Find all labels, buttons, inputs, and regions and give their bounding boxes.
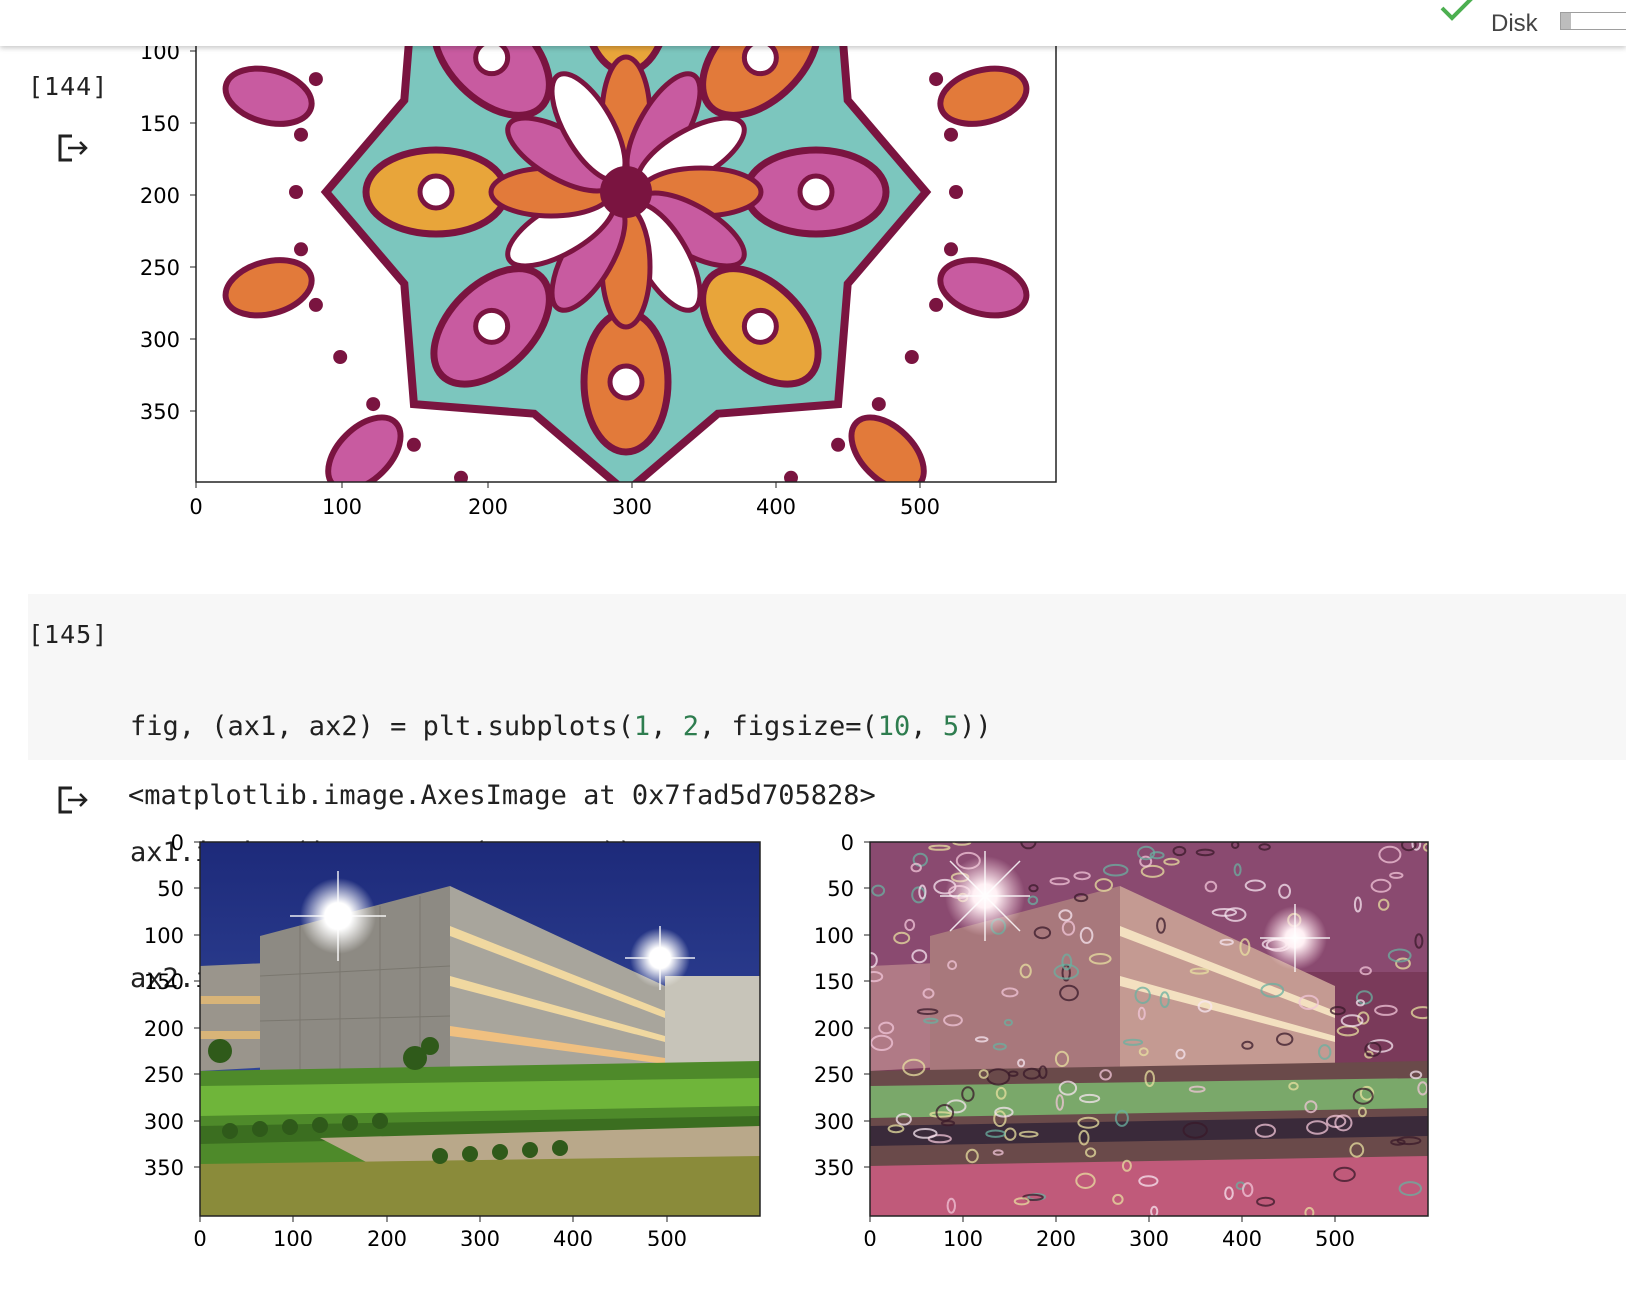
x-tick-label: 300 <box>460 1227 500 1246</box>
y-tick-label: 100 <box>814 924 854 948</box>
target-plot: 0 50 100 150 200 250 300 350 0 100 200 3… <box>814 831 1429 1246</box>
top-toolbar: Disk <box>0 0 1626 46</box>
disk-usage-fill <box>1561 13 1571 29</box>
y-axis: 100 150 200 250 300 350 <box>140 40 196 424</box>
y-tick-label: 300 <box>140 328 180 352</box>
x-tick-label: 500 <box>900 495 940 519</box>
y-tick-label: 150 <box>144 970 184 994</box>
y-tick-label: 50 <box>157 877 184 901</box>
x-tick-label: 100 <box>943 1227 983 1246</box>
x-tick-label: 200 <box>468 495 508 519</box>
x-tick-label: 300 <box>1129 1227 1169 1246</box>
mandala-plot: 100 150 200 250 300 350 0 100 200 300 40… <box>140 40 1057 519</box>
y-tick-label: 150 <box>814 970 854 994</box>
code-line-1: fig, (ax1, ax2) = plt.subplots(1, 2, fig… <box>130 711 992 742</box>
y-tick-label: 250 <box>814 1063 854 1087</box>
y-tick-label: 50 <box>827 877 854 901</box>
check-icon <box>1440 0 1473 21</box>
output-repr: <matplotlib.image.AxesImage at 0x7fad5d7… <box>128 780 876 811</box>
x-tick-label: 400 <box>553 1227 593 1246</box>
exec-count-144: [144] <box>28 72 109 101</box>
y-axis: 0 50 100 150 200 250 300 350 <box>144 831 200 1180</box>
y-tick-label: 0 <box>841 831 854 855</box>
x-axis: 0 100 200 300 400 500 <box>193 1216 687 1246</box>
y-tick-label: 200 <box>140 184 180 208</box>
y-tick-label: 0 <box>171 831 184 855</box>
y-tick-label: 350 <box>814 1156 854 1180</box>
x-tick-label: 500 <box>1315 1227 1355 1246</box>
y-tick-label: 300 <box>144 1110 184 1134</box>
x-tick-label: 100 <box>273 1227 313 1246</box>
output-arrow-icon[interactable] <box>56 782 92 818</box>
y-tick-label: 150 <box>140 112 180 136</box>
content-plot: 0 50 100 150 200 250 300 350 0 100 200 3… <box>144 831 761 1246</box>
y-tick-label: 200 <box>814 1017 854 1041</box>
y-axis: 0 50 100 150 200 250 300 350 <box>814 831 870 1180</box>
y-tick-label: 100 <box>144 924 184 948</box>
x-tick-label: 0 <box>193 1227 206 1246</box>
y-tick-label: 200 <box>144 1017 184 1041</box>
x-tick-label: 0 <box>863 1227 876 1246</box>
y-tick-label: 300 <box>814 1110 854 1134</box>
y-tick-label: 350 <box>140 400 180 424</box>
x-tick-label: 100 <box>322 495 362 519</box>
y-tick-label: 250 <box>140 256 180 280</box>
x-tick-label: 0 <box>189 495 202 519</box>
x-tick-label: 300 <box>612 495 652 519</box>
x-axis: 0 100 200 300 400 500 <box>189 482 940 519</box>
disk-label[interactable]: Disk <box>1491 10 1538 38</box>
x-tick-label: 200 <box>367 1227 407 1246</box>
target-image <box>870 842 1428 1216</box>
x-axis: 0 100 200 300 400 500 <box>863 1216 1355 1246</box>
exec-count-145: [145] <box>28 620 109 649</box>
x-tick-label: 200 <box>1036 1227 1076 1246</box>
y-tick-label: 250 <box>144 1063 184 1087</box>
content-image <box>200 842 760 1216</box>
disk-usage-bar[interactable] <box>1560 12 1626 30</box>
x-tick-label: 400 <box>756 495 796 519</box>
mandala-image <box>196 40 1056 482</box>
output-arrow-icon[interactable] <box>56 130 92 166</box>
x-tick-label: 400 <box>1222 1227 1262 1246</box>
x-tick-label: 500 <box>647 1227 687 1246</box>
y-tick-label: 350 <box>144 1156 184 1180</box>
